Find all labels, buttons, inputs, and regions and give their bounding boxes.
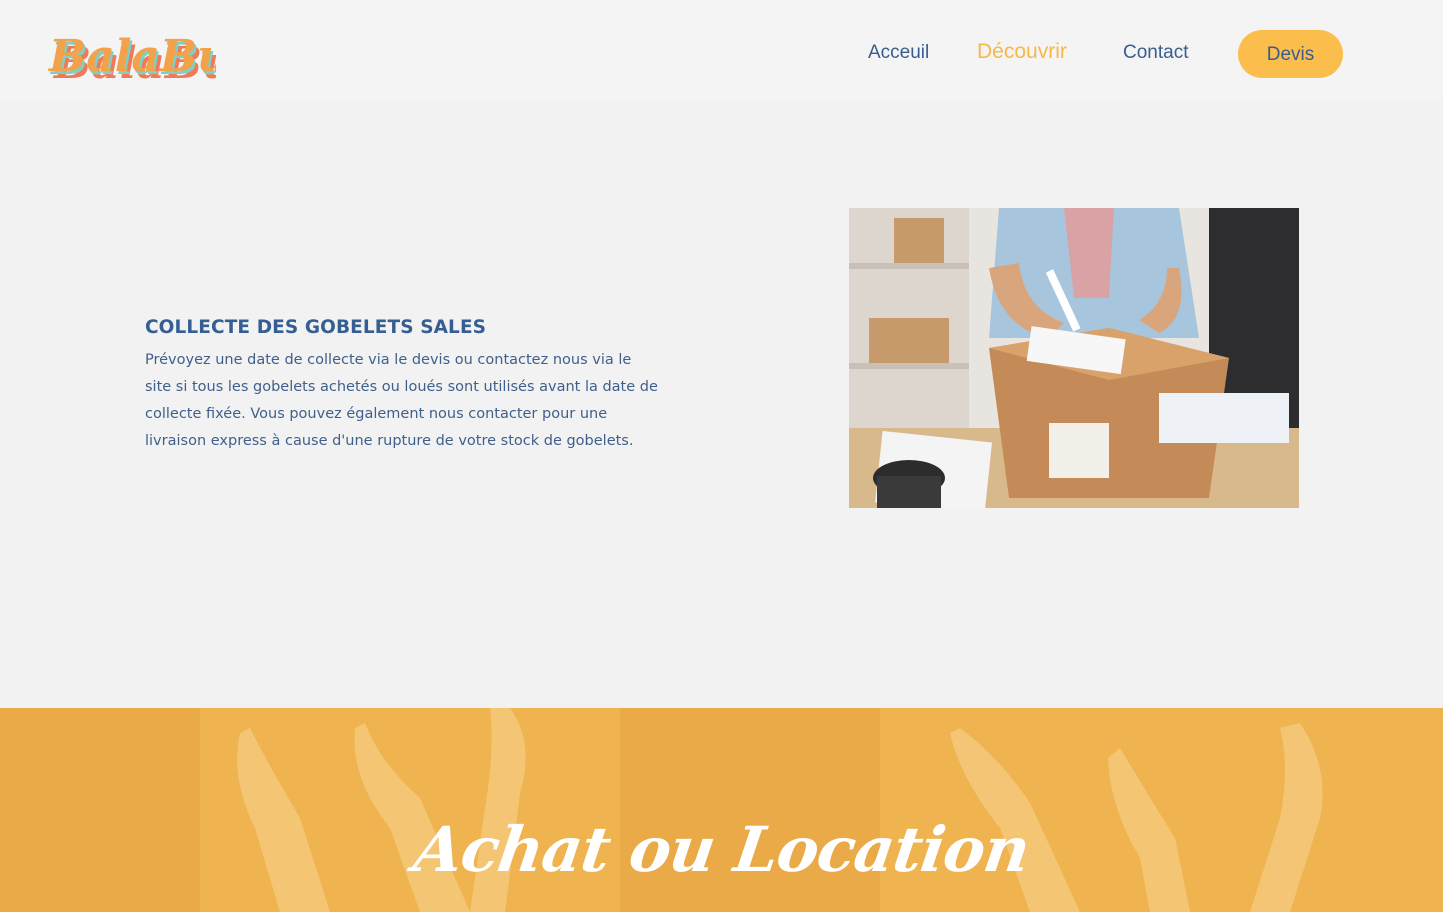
nav-acceuil[interactable]: Acceuil: [868, 41, 929, 65]
packing-box-photo: [849, 208, 1299, 508]
svg-text:BalaBulle: BalaBulle: [48, 31, 216, 82]
devis-button[interactable]: Devis: [1238, 30, 1343, 78]
site-header: BalaBulle BalaBulle BalaBulle Acceuil Dé…: [0, 0, 1443, 100]
achat-location-banner: Achat ou Location: [0, 708, 1443, 912]
section-description: Prévoyez une date de collecte via le dev…: [145, 352, 658, 449]
banner-title: Achat ou Location: [409, 813, 1034, 886]
section-title: COLLECTE DES GOBELETS SALES: [145, 317, 487, 338]
nav-decouvrir[interactable]: Découvrir: [977, 40, 1067, 64]
balabulle-logo[interactable]: BalaBulle BalaBulle BalaBulle: [47, 14, 296, 89]
nav-contact[interactable]: Contact: [1123, 41, 1188, 65]
